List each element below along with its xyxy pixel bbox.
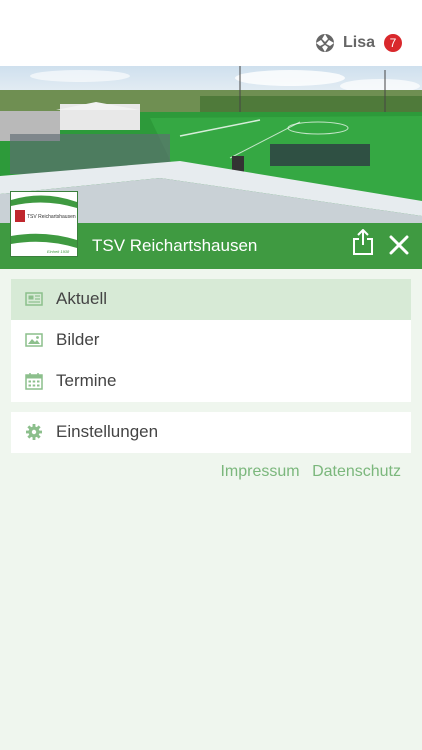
menu-item-termine[interactable]: Termine	[11, 361, 411, 402]
gear-icon	[26, 424, 42, 440]
club-logo: TSV Reichartshausen Einheit 1938	[10, 191, 78, 257]
share-icon[interactable]	[352, 229, 374, 255]
datenschutz-link[interactable]: Datenschutz	[312, 463, 401, 480]
svg-text:TSV Reichartshausen: TSV Reichartshausen	[27, 214, 76, 220]
club-name: TSV Reichartshausen	[92, 236, 258, 255]
footer-links: Impressum Datenschutz	[212, 463, 401, 481]
calendar-icon	[25, 373, 43, 390]
top-bar: Lisa 7	[0, 0, 422, 66]
impressum-link[interactable]: Impressum	[220, 463, 299, 480]
user-name: Lisa	[342, 34, 375, 51]
soccer-ball-icon	[315, 34, 334, 52]
menu-item-bilder[interactable]: Bilder	[11, 320, 411, 361]
main-menu: Aktuell Bilder Termine	[11, 279, 411, 402]
svg-text:Einheit 1938: Einheit 1938	[47, 249, 70, 254]
menu-item-aktuell[interactable]: Aktuell	[11, 279, 411, 320]
menu-item-label: Aktuell	[56, 289, 108, 308]
club-logo-graphic: TSV Reichartshausen Einheit 1938	[11, 192, 77, 256]
menu-item-label: Bilder	[56, 330, 100, 349]
settings-menu: Einstellungen	[11, 412, 411, 453]
newspaper-icon	[25, 292, 43, 306]
notification-badge[interactable]: 7	[384, 34, 402, 52]
menu-item-label: Einstellungen	[56, 422, 159, 441]
image-icon	[25, 333, 43, 347]
user-account[interactable]: Lisa 7	[315, 33, 402, 53]
close-icon[interactable]	[389, 235, 409, 255]
menu-item-label: Termine	[56, 371, 117, 390]
menu-item-einstellungen[interactable]: Einstellungen	[11, 412, 411, 453]
